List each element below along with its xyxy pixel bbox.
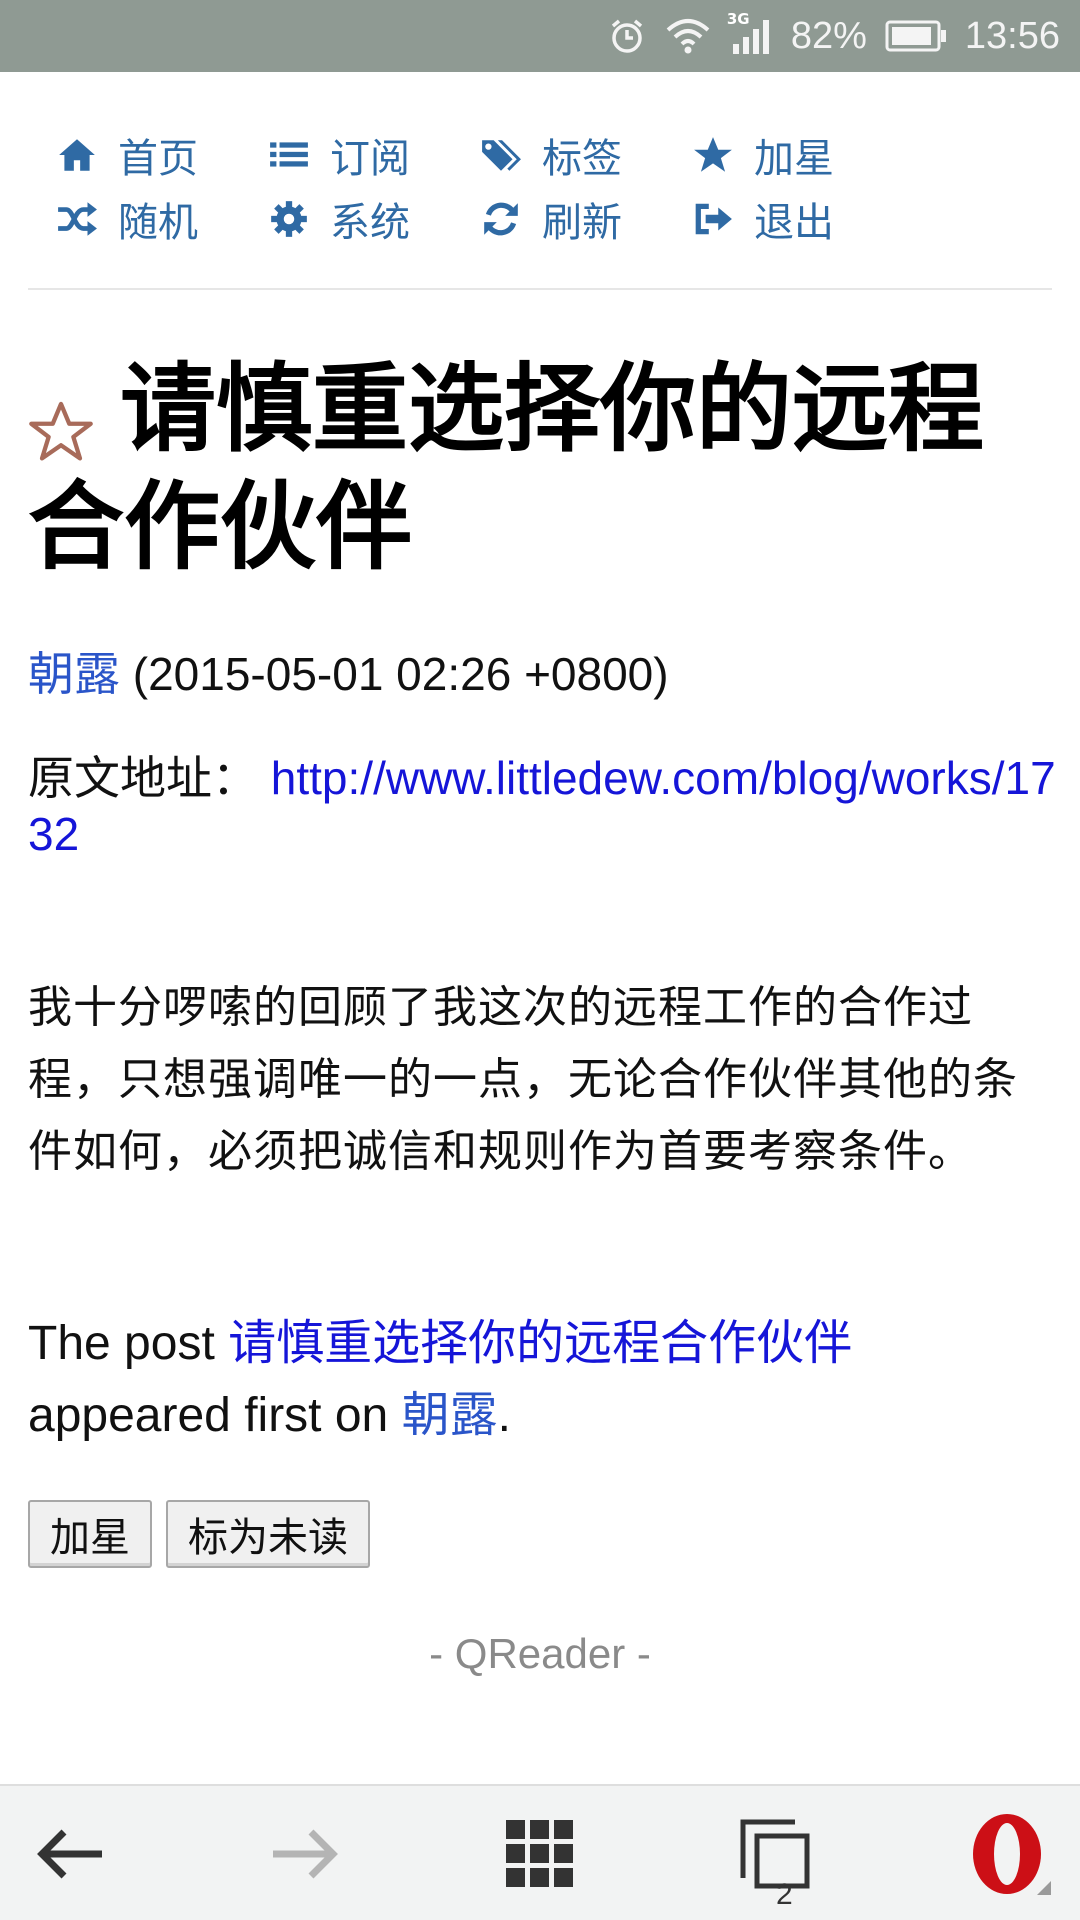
footer-end: . (497, 1389, 511, 1442)
nav-home[interactable]: 首页 (56, 130, 268, 182)
nav-logout-label: 退出 (754, 200, 834, 246)
tab-count: 2 (776, 1878, 793, 1911)
home-icon (59, 139, 95, 171)
article-title: 请慎重选择你的远程合作伙伴 (28, 353, 984, 583)
list-icon (270, 142, 308, 167)
signal-icon: 3G (727, 10, 773, 56)
footer-middle: appeared first on (28, 1389, 402, 1442)
shuffle-icon (58, 202, 97, 236)
tabs-icon: 2 (735, 1814, 815, 1911)
wifi-icon (665, 16, 711, 56)
nav-random-label: 随机 (118, 200, 198, 246)
nav-subscriptions-label: 订阅 (330, 136, 410, 182)
forward-button[interactable] (255, 1786, 355, 1920)
nav-system-label: 系统 (330, 200, 410, 246)
refresh-icon (484, 202, 518, 236)
nav-home-label: 首页 (118, 136, 198, 182)
back-button[interactable] (20, 1786, 120, 1920)
star-button[interactable]: 加星 (28, 1500, 152, 1568)
nav-logout[interactable]: 退出 (692, 194, 904, 246)
opera-menu-button[interactable] (955, 1786, 1065, 1920)
author-link[interactable]: 朝露 (28, 648, 120, 700)
source-label: 原文地址： (28, 752, 258, 804)
forward-arrow-icon (273, 1829, 338, 1879)
speed-dial-button[interactable] (490, 1786, 590, 1920)
browser-bottom-bar: 2 (0, 1784, 1080, 1920)
nav-system[interactable]: 系统 (268, 194, 480, 246)
article-date: (2015-05-01 02:26 +0800) (132, 648, 669, 700)
clock: 13:56 (964, 14, 1060, 57)
article-title-block: 请慎重选择你的远程合作伙伴 (28, 350, 1028, 586)
article-actions: 加星 标为未读 (28, 1500, 370, 1568)
back-arrow-icon (37, 1829, 102, 1879)
battery-percent: 82% (790, 14, 867, 57)
star-icon (694, 137, 732, 172)
network-type-label: 3G (726, 10, 750, 28)
article-footer: The post 请慎重选择你的远程合作伙伴 appeared first on… (28, 1308, 1052, 1452)
top-nav: 首页 订阅 标签 加星 随机 系统 刷新 退出 (56, 130, 936, 246)
sign-out-icon (695, 203, 732, 235)
status-bar: 3G 82% 13:56 (0, 0, 1080, 72)
footer-site-link[interactable]: 朝露 (402, 1389, 498, 1442)
footer-post-link[interactable]: 请慎重选择你的远程合作伙伴 (228, 1317, 852, 1370)
nav-starred-label: 加星 (754, 136, 834, 182)
nav-refresh-label: 刷新 (542, 200, 622, 246)
nav-subscriptions[interactable]: 订阅 (268, 130, 480, 182)
mark-unread-button[interactable]: 标为未读 (166, 1500, 370, 1568)
opera-logo-icon (973, 1814, 1051, 1895)
star-outline-icon[interactable] (28, 373, 94, 461)
article-body: 我十分啰嗦的回顾了我这次的远程工作的合作过程，只想强调唯一的一点，无论合作伙伴其… (28, 982, 1018, 1177)
article-meta: 朝露 (2015-05-01 02:26 +0800) (28, 644, 669, 704)
nav-starred[interactable]: 加星 (692, 130, 904, 182)
nav-tags-label: 标签 (542, 136, 622, 182)
grid-icon (506, 1820, 573, 1887)
article-source: 原文地址： http://www.littledew.com/blog/work… (28, 750, 1058, 862)
brand-footer: - QReader - (429, 1630, 651, 1677)
nav-refresh[interactable]: 刷新 (480, 194, 692, 246)
battery-icon (885, 19, 947, 53)
nav-random[interactable]: 随机 (56, 194, 268, 246)
nav-divider (28, 288, 1052, 290)
tabs-button[interactable]: 2 (725, 1786, 825, 1920)
alarm-icon (607, 16, 647, 56)
footer-prefix: The post (28, 1317, 229, 1370)
nav-tags[interactable]: 标签 (480, 130, 692, 182)
tags-icon (482, 140, 521, 171)
gear-icon (271, 201, 307, 237)
